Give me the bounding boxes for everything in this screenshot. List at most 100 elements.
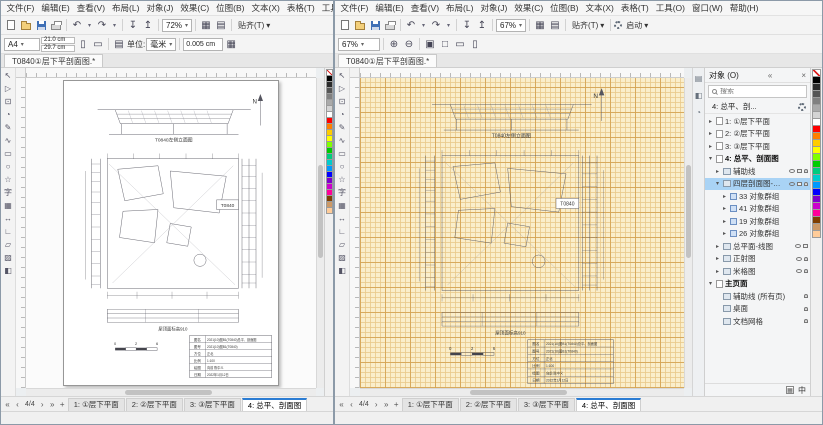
undo-button[interactable]: ↶ xyxy=(404,18,418,33)
millimeter-grid-page[interactable] xyxy=(360,78,684,388)
undo-button[interactable]: ↶ xyxy=(70,18,84,33)
menu-effects[interactable]: 效果(C) xyxy=(177,2,213,14)
print-button[interactable] xyxy=(383,18,397,33)
export-button[interactable]: ↥ xyxy=(141,18,155,33)
options-gear-icon[interactable] xyxy=(614,21,622,29)
zoom-to-page-width-button[interactable]: ▭ xyxy=(453,37,467,52)
polygon-tool[interactable]: ☆ xyxy=(336,173,349,186)
view-mode-button[interactable]: ▤ xyxy=(548,18,562,33)
master-page-row[interactable]: ▾主页面 xyxy=(705,278,810,291)
crop-tool[interactable]: ⊡ xyxy=(2,95,15,108)
fill-tool[interactable]: ◧ xyxy=(336,264,349,277)
shape-tool[interactable]: ▷ xyxy=(2,82,15,95)
page-width-field[interactable]: 21.0 cm xyxy=(41,37,75,44)
page-height-field[interactable]: 29.7 cm xyxy=(41,45,75,52)
printable-icon[interactable] xyxy=(797,182,802,186)
options-button[interactable]: ▦ xyxy=(224,37,238,52)
scrollbar-thumb[interactable] xyxy=(125,390,212,395)
menu-object[interactable]: 对象(J) xyxy=(477,2,511,14)
docker-close-icon[interactable]: × xyxy=(801,71,806,80)
all-pages-button[interactable]: ▤ xyxy=(112,37,126,52)
ruler-origin[interactable] xyxy=(350,68,360,78)
shadow-tool[interactable]: ▱ xyxy=(336,238,349,251)
horizontal-scrollbar[interactable] xyxy=(26,388,316,396)
add-page-button[interactable]: + xyxy=(58,400,67,409)
page-row-active[interactable]: ▾4: 总平、剖面图 xyxy=(705,153,810,166)
menu-help[interactable]: 帮助(H) xyxy=(726,2,762,14)
pick-tool[interactable]: ↖ xyxy=(2,69,15,82)
pick-tool[interactable]: ↖ xyxy=(336,69,349,82)
freehand-tool[interactable]: ✎ xyxy=(336,121,349,134)
menu-bitmaps[interactable]: 位图(B) xyxy=(213,2,248,14)
ruler-origin[interactable] xyxy=(16,68,26,78)
visibility-icon[interactable] xyxy=(795,244,801,248)
launch-button[interactable]: 启动▾ xyxy=(623,20,651,31)
zoom-out-button[interactable]: ⊖ xyxy=(402,37,416,52)
next-page-button[interactable]: › xyxy=(372,400,381,409)
page-row[interactable]: ▸2: ②层下平面 xyxy=(705,128,810,141)
lock-icon[interactable] xyxy=(804,257,808,261)
dimension-tool[interactable]: ↔ xyxy=(336,212,349,225)
color-swatch[interactable] xyxy=(326,207,333,214)
page-tab-2[interactable]: 2: ②层下平面 xyxy=(126,398,183,411)
menu-layout[interactable]: 布局(L) xyxy=(443,2,477,14)
expand-arrow-icon[interactable]: ▸ xyxy=(721,218,728,225)
layer-row[interactable]: ▸米格图 xyxy=(705,265,810,278)
menu-view[interactable]: 查看(V) xyxy=(407,2,442,14)
view-mode-button[interactable]: ▤ xyxy=(214,18,228,33)
document-page[interactable] xyxy=(63,80,279,386)
scrollbar-thumb[interactable] xyxy=(470,390,567,395)
page-tab-1[interactable]: 1: ①层下平面 xyxy=(68,398,125,411)
current-page-row[interactable]: 4: 总平、剖... xyxy=(705,100,810,114)
polygon-tool[interactable]: ☆ xyxy=(2,173,15,186)
text-tool[interactable]: 字 xyxy=(2,186,15,199)
undo-dropdown[interactable]: ▾ xyxy=(419,18,428,33)
expand-arrow-icon[interactable]: ▾ xyxy=(707,280,714,287)
visibility-icon[interactable] xyxy=(796,269,802,273)
group-row[interactable]: ▸19 对象群组 xyxy=(705,215,810,228)
import-button[interactable]: ↧ xyxy=(126,18,140,33)
page-tab-3[interactable]: 3: ③层下平面 xyxy=(184,398,241,411)
page-tab-4[interactable]: 4: 总平、剖面图 xyxy=(242,398,307,411)
zoom-to-page-height-button[interactable]: ▯ xyxy=(468,37,482,52)
vertical-scrollbar[interactable] xyxy=(684,78,692,388)
save-button[interactable] xyxy=(34,18,48,33)
expand-arrow-icon[interactable]: ▸ xyxy=(707,130,714,137)
last-page-button[interactable]: » xyxy=(382,400,391,409)
printable-icon[interactable] xyxy=(797,169,802,173)
save-button[interactable] xyxy=(368,18,382,33)
first-page-button[interactable]: « xyxy=(337,400,346,409)
vertical-scrollbar[interactable] xyxy=(316,78,324,388)
transparency-tool[interactable]: ▨ xyxy=(2,251,15,264)
redo-dropdown[interactable]: ▾ xyxy=(444,18,453,33)
freehand-tool[interactable]: ✎ xyxy=(2,121,15,134)
snap-to-button[interactable]: 贴齐(T)▾ xyxy=(235,20,273,31)
print-button[interactable] xyxy=(49,18,63,33)
objects-docker-tab[interactable]: ▤ xyxy=(694,73,704,83)
lock-icon[interactable] xyxy=(804,169,808,173)
shadow-tool[interactable]: ▱ xyxy=(2,238,15,251)
menu-bitmaps[interactable]: 位图(B) xyxy=(547,2,582,14)
rectangle-tool[interactable]: ▭ xyxy=(336,147,349,160)
last-page-button[interactable]: » xyxy=(48,400,57,409)
expand-arrow-icon[interactable]: ▸ xyxy=(721,230,728,237)
redo-dropdown[interactable]: ▾ xyxy=(110,18,119,33)
layer-row[interactable]: 桌面 xyxy=(705,303,810,316)
page-tab-2[interactable]: 2: ②层下平面 xyxy=(460,398,517,411)
printable-icon[interactable] xyxy=(803,244,808,248)
crop-tool[interactable]: ⊡ xyxy=(336,95,349,108)
text-tool[interactable]: 字 xyxy=(336,186,349,199)
lock-icon[interactable] xyxy=(804,294,808,298)
zoom-to-selection-button[interactable]: ▣ xyxy=(423,37,437,52)
lock-icon[interactable] xyxy=(804,307,808,311)
page-row[interactable]: ▸3: ③层下平面 xyxy=(705,140,810,153)
nudge-distance-field[interactable]: 0.005 cm xyxy=(183,38,223,51)
document-tab[interactable]: T0840①层下平剖面图.* xyxy=(4,54,103,67)
expand-arrow-icon[interactable]: ▸ xyxy=(714,268,721,275)
expand-arrow-icon[interactable]: ▸ xyxy=(707,118,714,125)
layer-row[interactable]: ▸辅助线 xyxy=(705,165,810,178)
table-tool[interactable]: ▦ xyxy=(2,199,15,212)
connector-tool[interactable]: ∟ xyxy=(2,225,15,238)
menu-window[interactable]: 窗口(W) xyxy=(689,2,727,14)
redo-button[interactable]: ↷ xyxy=(95,18,109,33)
